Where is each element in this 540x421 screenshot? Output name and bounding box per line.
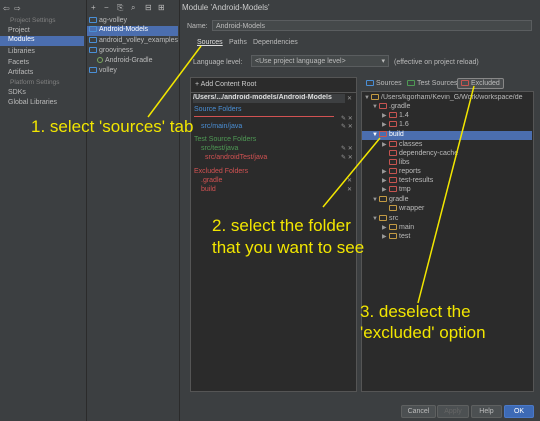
- annotation-step-2-line-2: that you want to see: [212, 238, 365, 257]
- annotation-step-3-line-2: 'excluded' option: [360, 323, 486, 342]
- annotation-step-1: 1. select 'sources' tab: [31, 117, 194, 136]
- annotation-step-3-line-1: 3. deselect the: [360, 302, 471, 321]
- annotation-step-2-line-1: 2. select the folder: [212, 216, 351, 235]
- annotation-lines: [147, 45, 475, 304]
- annotation-line-1: [147, 45, 202, 118]
- annotation-line-3: [417, 85, 475, 304]
- annotation-line-2: [322, 137, 381, 208]
